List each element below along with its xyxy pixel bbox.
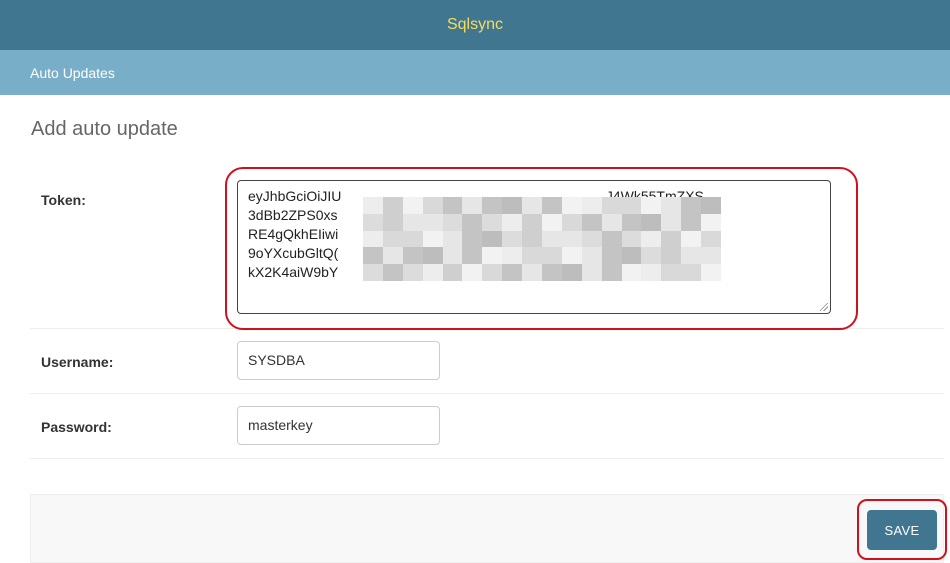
breadcrumb: Auto Updates [0,50,950,95]
username-input[interactable]: SYSDBA [237,341,440,380]
site-header: Sqlsync [0,0,950,50]
page-title: Add auto update [31,118,178,140]
password-input[interactable]: masterkey [237,406,440,445]
breadcrumb-item-auto-updates[interactable]: Auto Updates [30,65,115,81]
submit-row [30,494,944,563]
page: Sqlsync Auto Updates Add auto update Tok… [0,0,950,563]
site-title[interactable]: Sqlsync [447,16,503,34]
resize-handle-icon[interactable] [820,303,828,311]
redaction-blur [363,197,721,281]
username-label: Username: [41,354,114,370]
token-label: Token: [41,192,86,208]
username-row: Username: SYSDBA [30,329,944,394]
save-button[interactable]: SAVE [867,510,937,550]
token-row: Token: eyJhbGciOiJIU J4Wk55TmZXS 3dBb2ZP… [30,168,944,329]
password-label: Password: [41,419,112,435]
password-row: Password: masterkey [30,394,944,459]
token-textarea[interactable]: eyJhbGciOiJIU J4Wk55TmZXS 3dBb2ZPS0xs 0V… [237,180,831,314]
